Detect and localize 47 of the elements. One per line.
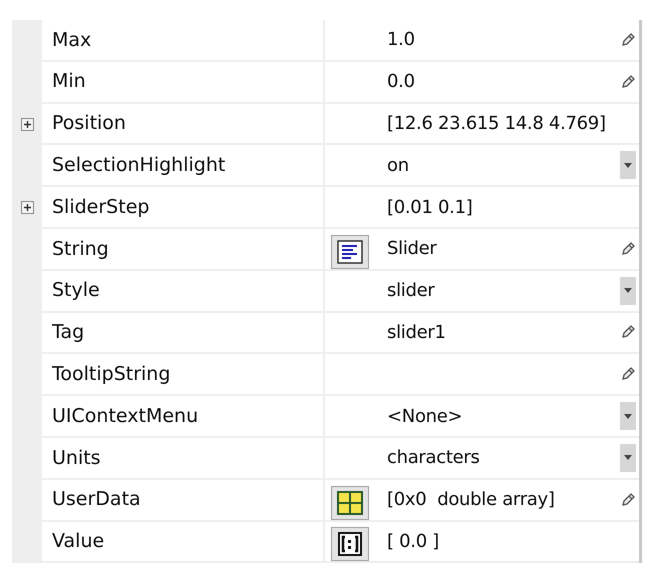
table-editor-button[interactable]: [331, 486, 369, 520]
array-editor-button[interactable]: [331, 527, 369, 562]
property-value[interactable]: slider: [387, 277, 434, 304]
property-value[interactable]: 1.0: [387, 26, 415, 54]
property-name: Max: [52, 28, 92, 53]
property-name: Tag: [52, 320, 84, 346]
property-name: SliderStep: [52, 194, 150, 220]
property-value[interactable]: [0.01 0.1]: [387, 194, 472, 221]
expand-icon[interactable]: [21, 201, 34, 214]
property-name: Position: [52, 111, 126, 136]
property-value[interactable]: slider1: [387, 318, 446, 346]
property-name: Units: [52, 446, 101, 471]
property-value[interactable]: 0.0: [387, 68, 415, 96]
dropdown-button[interactable]: [620, 444, 636, 472]
property-name: UIContextMenu: [52, 404, 198, 429]
pencil-icon[interactable]: [620, 74, 636, 90]
caret-icon: [624, 414, 632, 419]
pencil-icon[interactable]: [620, 492, 636, 508]
pencil-icon[interactable]: [620, 324, 636, 340]
pencil-icon[interactable]: [620, 366, 636, 382]
dropdown-button[interactable]: [620, 402, 636, 430]
property-name: Style: [52, 278, 100, 304]
property-value[interactable]: on: [387, 152, 409, 179]
property-name: SelectionHighlight: [52, 153, 226, 178]
pencil-icon[interactable]: [620, 240, 636, 257]
property-value[interactable]: [ 0.0 ]: [387, 528, 440, 555]
property-name: String: [52, 236, 109, 262]
property-name: Min: [52, 69, 86, 94]
dropdown-button[interactable]: [620, 151, 636, 180]
caret-icon: [624, 455, 632, 460]
property-value[interactable]: characters: [387, 444, 480, 472]
property-name: Value: [52, 529, 104, 554]
text-editor-button[interactable]: [331, 234, 369, 269]
caret-icon: [624, 288, 632, 294]
text-lines-icon: [337, 240, 363, 264]
property-value[interactable]: Slider: [387, 235, 437, 262]
property-value[interactable]: <None>: [387, 402, 462, 430]
property-name: UserData: [52, 487, 141, 512]
grid-icon: [337, 490, 363, 515]
pencil-icon[interactable]: [620, 32, 636, 48]
caret-icon: [624, 162, 632, 168]
property-value[interactable]: [0x0 double array]: [387, 486, 555, 514]
property-value[interactable]: [12.6 23.615 14.8 4.769]: [387, 110, 606, 137]
brackets-icon: [338, 532, 362, 556]
expand-icon[interactable]: [21, 118, 34, 131]
property-name: TooltipString: [52, 362, 170, 388]
dropdown-button[interactable]: [620, 276, 636, 305]
